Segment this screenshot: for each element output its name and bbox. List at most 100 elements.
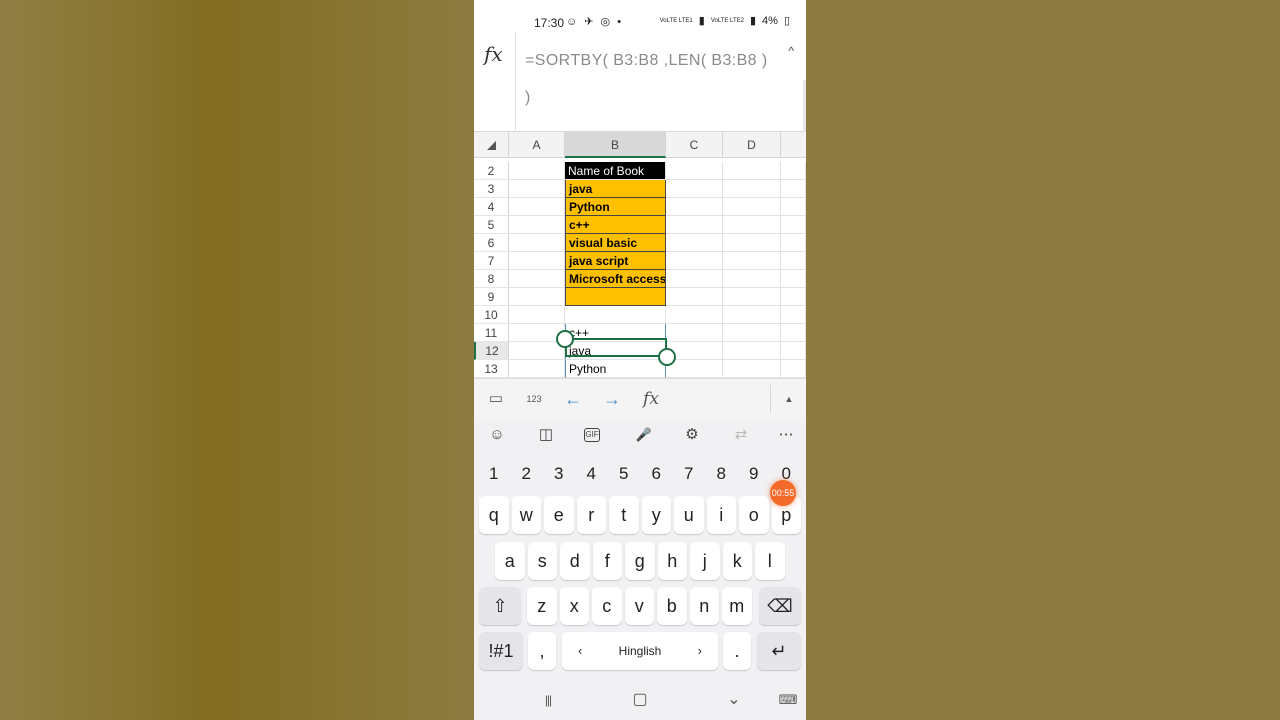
cell-e[interactable] [781, 216, 806, 234]
cell-d[interactable] [723, 270, 781, 288]
cell-e[interactable] [781, 252, 806, 270]
key-m[interactable]: m [722, 587, 752, 625]
cell-c[interactable] [666, 162, 723, 180]
cell-d[interactable] [723, 288, 781, 306]
column-header-a[interactable]: A [509, 132, 565, 158]
key-s[interactable]: s [527, 542, 557, 580]
key-z[interactable]: z [527, 587, 557, 625]
key-j[interactable]: j [690, 542, 720, 580]
cell-a[interactable] [509, 342, 565, 360]
key-x[interactable]: x [559, 587, 589, 625]
cell-a[interactable] [509, 270, 565, 288]
row-header[interactable]: 7 [474, 252, 509, 270]
cell-c[interactable] [666, 216, 723, 234]
key-1[interactable]: 1 [479, 459, 509, 489]
more-options-icon[interactable]: ⋯ [775, 424, 797, 446]
key-f[interactable]: f [592, 542, 622, 580]
cell-e[interactable] [781, 360, 806, 378]
row-header[interactable]: 6 [474, 234, 509, 252]
selected-cell-b12[interactable] [565, 338, 667, 357]
sheet-icon[interactable]: ▭ [484, 387, 508, 411]
key-h[interactable]: h [657, 542, 687, 580]
key-8[interactable]: 8 [707, 459, 737, 489]
cell-a[interactable] [509, 162, 565, 180]
key-b[interactable]: b [657, 587, 687, 625]
row-header[interactable]: 2 [474, 162, 509, 180]
cell-d[interactable] [723, 360, 781, 378]
cell-d[interactable] [723, 324, 781, 342]
spreadsheet-grid[interactable]: A B C D 2 Name of Book 3 java 4 Python 5 c++ 6 vi… [474, 132, 806, 378]
selection-handle-start[interactable] [556, 330, 574, 348]
key-r[interactable]: r [576, 496, 606, 534]
column-header-c[interactable]: C [666, 132, 723, 158]
cell-e[interactable] [781, 198, 806, 216]
emoji-icon[interactable]: ☺ [486, 424, 508, 446]
row-header[interactable]: 12 [474, 342, 509, 360]
cell-d[interactable] [723, 162, 781, 180]
selection-handle-end[interactable] [658, 348, 676, 366]
row-header[interactable]: 3 [474, 180, 509, 198]
recent-apps-icon[interactable]: ||| [536, 688, 560, 712]
cell-a[interactable] [509, 180, 565, 198]
insert-function-icon[interactable]: fx [639, 387, 663, 411]
microphone-icon[interactable]: 🎤 [633, 424, 655, 446]
row-header[interactable]: 4 [474, 198, 509, 216]
column-header-b[interactable]: B [565, 132, 666, 158]
cell-c[interactable] [666, 270, 723, 288]
settings-icon[interactable]: ⚙ [681, 424, 703, 446]
key-3[interactable]: 3 [544, 459, 574, 489]
cell-e[interactable] [781, 234, 806, 252]
forward-arrow-icon[interactable]: → [600, 387, 624, 411]
expand-toolbar-icon[interactable]: ▲ [777, 387, 801, 411]
comma-key[interactable]: , [528, 632, 556, 670]
keyboard-toggle-icon[interactable]: 123 [522, 387, 546, 411]
cell-d[interactable] [723, 198, 781, 216]
formula-bar[interactable]: fx =SORTBY( B3:B8 ,LEN( B3:B8 ) ) ^ [474, 32, 806, 132]
row-header[interactable]: 5 [474, 216, 509, 234]
cell-e[interactable] [781, 180, 806, 198]
cell-b[interactable]: c++ [565, 216, 666, 234]
cell-c[interactable] [666, 288, 723, 306]
key-y[interactable]: y [641, 496, 671, 534]
cell-a[interactable] [509, 198, 565, 216]
select-all-corner[interactable] [474, 132, 509, 158]
column-header-d[interactable]: D [723, 132, 781, 158]
cell-c[interactable] [666, 252, 723, 270]
row-header[interactable]: 11 [474, 324, 509, 342]
cell-a[interactable] [509, 252, 565, 270]
cell-d[interactable] [723, 306, 781, 324]
column-header-e[interactable] [781, 132, 806, 158]
key-n[interactable]: n [689, 587, 719, 625]
key-c[interactable]: c [592, 587, 622, 625]
cell-e[interactable] [781, 162, 806, 180]
cell-b[interactable]: Python [565, 360, 666, 378]
key-q[interactable]: q [479, 496, 509, 534]
key-i[interactable]: i [706, 496, 736, 534]
cell-e[interactable] [781, 324, 806, 342]
key-6[interactable]: 6 [642, 459, 672, 489]
collapse-formula-icon[interactable]: ^ [788, 44, 794, 58]
sticker-icon[interactable]: ◫ [535, 424, 557, 446]
cell-d[interactable] [723, 234, 781, 252]
cell-c[interactable] [666, 180, 723, 198]
keyboard-hide-icon[interactable]: ⌨ [776, 688, 800, 712]
space-key[interactable]: ‹ Hinglish › [562, 632, 718, 670]
key-v[interactable]: v [624, 587, 654, 625]
back-arrow-icon[interactable]: ← [561, 387, 585, 411]
translate-icon[interactable]: ⇄ [730, 424, 752, 446]
key-9[interactable]: 9 [739, 459, 769, 489]
cell-a[interactable] [509, 288, 565, 306]
period-key[interactable]: . [723, 632, 751, 670]
cell-b[interactable] [565, 306, 666, 324]
key-o[interactable]: o [739, 496, 769, 534]
cell-b[interactable]: java script [565, 252, 666, 270]
cell-b[interactable]: Python [565, 198, 666, 216]
cell-a[interactable] [509, 216, 565, 234]
key-k[interactable]: k [722, 542, 752, 580]
key-t[interactable]: t [609, 496, 639, 534]
cell-a[interactable] [509, 234, 565, 252]
cell-a[interactable] [509, 306, 565, 324]
key-d[interactable]: d [560, 542, 590, 580]
key-l[interactable]: l [755, 542, 785, 580]
cell-e[interactable] [781, 342, 806, 360]
